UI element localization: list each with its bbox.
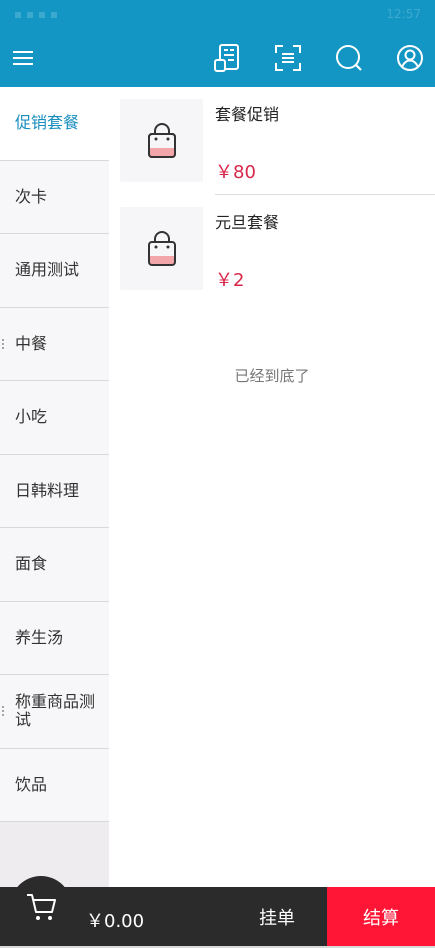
product-price: ￥80 [215,162,256,183]
category-label: 通用测试 [15,260,80,280]
category-label: 中餐 [15,333,48,353]
status-bar: ▪ ▪ ▪ ▪ 12:57 [0,0,435,28]
user-button[interactable] [391,40,429,76]
product-price: ￥2 [215,270,245,291]
category-label: 面食 [15,554,48,574]
scan-icon [275,45,301,71]
cart-button[interactable] [10,876,72,938]
product-thumbnail [120,99,203,182]
category-snacks[interactable]: 小吃 [0,381,109,455]
product-list: 套餐促销 ￥80 元旦套餐 ￥2 已经到底了 [109,87,435,887]
menu-icon [13,51,33,65]
hold-order-button[interactable]: 挂单 [228,887,326,946]
category-label: 饮品 [15,774,48,794]
category-label: 小吃 [15,407,48,427]
product-item[interactable]: 元旦套餐 ￥2 [109,195,435,303]
status-time: 12:57 [386,7,421,21]
category-label: 称重商品测试 [15,692,96,730]
order-list-button[interactable] [208,40,246,76]
checkout-bar: ￥0.00 挂单 结算 [0,876,435,948]
category-drinks[interactable]: 饮品 [0,748,109,822]
category-japanese-korean[interactable]: 日韩料理 [0,454,109,528]
scan-button[interactable] [269,40,307,76]
category-label: 养生汤 [15,627,64,647]
status-icons: ▪ ▪ ▪ ▪ [14,7,58,21]
category-punch-card[interactable]: 次卡 [0,160,109,234]
bag-icon [147,230,176,266]
category-soup[interactable]: 养生汤 [0,601,109,675]
category-label: 日韩料理 [15,480,80,500]
category-promo-set[interactable]: 促销套餐 [0,87,109,161]
category-chinese-food[interactable]: 中餐 [0,307,109,381]
drag-handle-icon[interactable] [2,704,6,718]
category-weighed-goods[interactable]: 称重商品测试 [0,675,109,749]
cart-icon [27,894,56,920]
cart-total: ￥0.00 [86,911,145,932]
checkout-button[interactable]: 结算 [327,887,435,946]
category-label: 促销套餐 [15,113,80,133]
category-sidebar: 促销套餐 次卡 通用测试 中餐 小吃 日韩料理 面食 养生汤 称重商品测试 饮品 [0,87,109,887]
category-label: 次卡 [15,186,48,206]
product-name: 元旦套餐 [215,213,280,232]
product-thumbnail [120,207,203,290]
search-button[interactable] [330,40,368,76]
category-noodles[interactable]: 面食 [0,528,109,602]
product-item[interactable]: 套餐促销 ￥80 [109,87,435,195]
order-list-icon [214,44,239,72]
category-general-test[interactable]: 通用测试 [0,234,109,308]
search-icon [336,45,362,71]
menu-button[interactable] [4,40,42,76]
top-app-bar: ▪ ▪ ▪ ▪ 12:57 [0,0,435,87]
app-root: ▪ ▪ ▪ ▪ 12:57 促销套餐 次卡 通用测试 中餐 小吃 日韩料理 面食… [0,0,435,948]
list-end-text: 已经到底了 [234,367,310,385]
bag-icon [147,122,176,158]
user-icon [397,45,423,71]
drag-handle-icon[interactable] [2,337,6,351]
product-name: 套餐促销 [215,105,280,124]
